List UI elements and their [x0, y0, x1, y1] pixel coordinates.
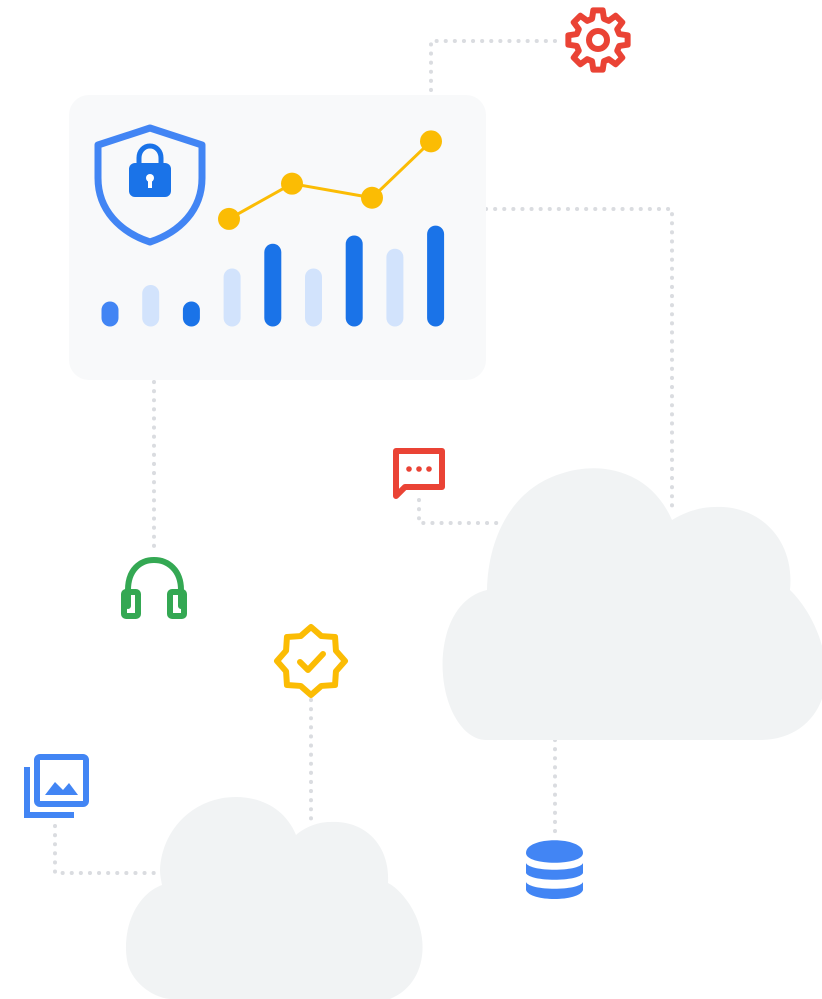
chart-bar — [345, 235, 363, 327]
chart-bar — [427, 225, 445, 327]
gear-icon — [565, 7, 631, 73]
trend-point — [218, 207, 240, 230]
trend-point — [420, 130, 442, 153]
chart-bar — [264, 243, 282, 327]
chat-bubble-icon — [393, 448, 445, 499]
chart-bar — [223, 268, 241, 327]
chart-bar — [101, 301, 119, 327]
image-library-icon — [24, 754, 89, 818]
chart-bar — [142, 285, 160, 327]
large-cloud — [442, 468, 822, 740]
trend-point — [281, 172, 303, 195]
connector-panel-large-cloud — [484, 207, 674, 512]
headset-icon — [121, 556, 187, 619]
chart-bar — [182, 301, 200, 327]
verified-badge-icon — [274, 624, 348, 698]
connector-chat-cloud — [417, 498, 502, 525]
connector-gear-panel — [429, 39, 562, 92]
dashboard-panel — [69, 95, 486, 380]
cloud-diagram — [24, 7, 822, 999]
chart-bar — [305, 268, 322, 327]
chart-bar — [386, 248, 404, 327]
trend-point — [361, 186, 383, 209]
small-cloud — [125, 797, 423, 999]
database-icon — [526, 840, 583, 899]
